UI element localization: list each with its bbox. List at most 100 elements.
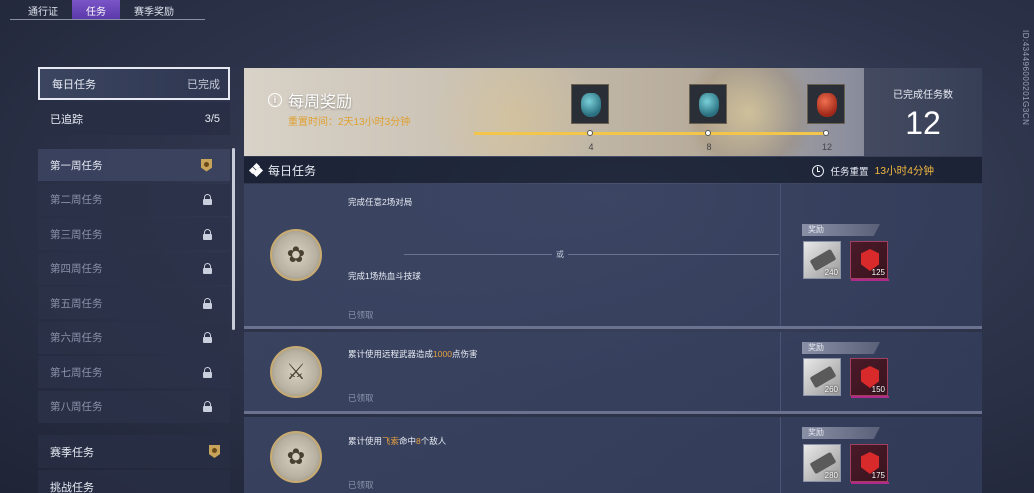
lock-icon xyxy=(203,228,212,240)
reward-qty: 125 xyxy=(871,268,885,277)
milestone-dot xyxy=(823,130,829,136)
milestone-dot xyxy=(587,130,593,136)
sidebar-item-label: 第八周任务 xyxy=(50,401,103,413)
reward-item-icon[interactable]: 150 xyxy=(850,358,889,398)
task-description: 完成任意2场对局 xyxy=(348,197,413,207)
reward-qty: 175 xyxy=(871,471,885,480)
divider xyxy=(404,254,779,255)
sidebar-item-label: 第三周任务 xyxy=(50,228,103,241)
watermark: ID:434496000201G3CN xyxy=(1021,30,1030,126)
lock-icon xyxy=(203,401,212,412)
lock-icon xyxy=(203,297,212,309)
sidebar-item-week-5[interactable]: 第五周任务 xyxy=(38,287,230,319)
flower-icon: ✿ xyxy=(270,229,322,281)
reward-divider xyxy=(780,184,781,326)
reward-qty: 240 xyxy=(824,268,838,277)
tab-tasks[interactable]: 任务 xyxy=(72,0,120,20)
sidebar-item-week-6[interactable]: 第六周任务 xyxy=(38,321,230,354)
reward-chest-icon[interactable] xyxy=(807,84,845,124)
or-label: 或 xyxy=(552,249,568,260)
diamond-cluster-icon xyxy=(248,162,264,178)
tracked-count: 3/5 xyxy=(204,112,220,125)
daily-reset-time: 13小时4分钟 xyxy=(874,165,934,177)
daily-reset: 任务重置 13小时4分钟 xyxy=(812,163,934,178)
daily-tasks-title: 每日任务 xyxy=(268,163,317,178)
sidebar-item-week-7[interactable]: 第七周任务 xyxy=(38,356,230,388)
reward-qty: 280 xyxy=(824,471,838,480)
milestone-8[interactable]: 8 xyxy=(689,84,729,152)
task-description: 完成1场热血斗技球 xyxy=(348,271,421,281)
reward-qty: 260 xyxy=(824,385,838,394)
reward-item-icon[interactable]: 240 xyxy=(803,241,841,279)
sidebar-item-week-1[interactable]: 第一周任务 xyxy=(38,149,230,181)
crossed-swords-icon: ⚔ xyxy=(270,346,322,398)
reward-label: 奖励 xyxy=(802,427,880,439)
task-status: 已领取 xyxy=(348,393,374,403)
weekly-progress-bar xyxy=(474,132,824,135)
sidebar: 每日任务 已完成 已追踪 3/5 第一周任务 第二周任务 第三周任务 第四周任务… xyxy=(38,67,230,425)
sidebar-bottom: 赛季任务 挑战任务 xyxy=(38,435,230,493)
reward-item-icon[interactable]: 125 xyxy=(850,241,889,281)
milestone-dot xyxy=(705,130,711,136)
completed-count-box: 已完成任务数 12 xyxy=(864,68,982,156)
badge-icon xyxy=(201,158,212,172)
reward-chest-icon[interactable] xyxy=(689,84,727,124)
sidebar-scrollbar[interactable] xyxy=(232,148,235,330)
milestone-value: 12 xyxy=(821,142,832,152)
weekly-reward-title: i 每周奖励 xyxy=(268,88,352,112)
badge-icon xyxy=(209,445,220,458)
completed-label: 已完成任务数 xyxy=(893,90,953,101)
weekly-reset-time: 重置时间：2天13小时3分钟 xyxy=(288,113,410,128)
task-status: 已领取 xyxy=(348,310,374,320)
task-status: 已领取 xyxy=(348,480,374,490)
sidebar-item-season[interactable]: 赛季任务 xyxy=(38,435,230,468)
sidebar-item-week-4[interactable]: 第四周任务 xyxy=(38,252,230,285)
milestone-12[interactable]: 12 xyxy=(807,84,847,152)
task-description: 累计使用飞索命中8个敌人 xyxy=(348,436,447,446)
completed-count: 12 xyxy=(905,105,941,141)
sidebar-item-label: 第七周任务 xyxy=(50,366,103,379)
lock-icon xyxy=(203,194,212,205)
reward-item-icon[interactable]: 260 xyxy=(803,358,841,396)
info-icon[interactable]: i xyxy=(268,93,282,107)
sidebar-item-label: 第六周任务 xyxy=(50,332,103,344)
tab-season-rewards[interactable]: 赛季奖励 xyxy=(120,0,188,20)
reward-label: 奖励 xyxy=(802,342,880,354)
reset-label: 重置时间： xyxy=(288,117,338,128)
sidebar-item-label: 赛季任务 xyxy=(50,446,94,459)
sidebar-item-label: 第四周任务 xyxy=(50,263,103,275)
status-text: 已完成 xyxy=(187,78,220,91)
sidebar-item-daily[interactable]: 每日任务 已完成 xyxy=(38,67,230,100)
task-card[interactable]: ✿ 完成任意2场对局 或 完成1场热血斗技球 已领取 奖励 240 125 xyxy=(244,184,982,329)
lock-icon xyxy=(203,263,212,274)
sidebar-item-label: 第二周任务 xyxy=(50,194,103,206)
task-card[interactable]: ✿ 累计使用飞索命中8个敌人 已领取 奖励 280 175 xyxy=(244,417,982,493)
reward-label: 奖励 xyxy=(802,224,880,236)
week-list: 第一周任务 第二周任务 第三周任务 第四周任务 第五周任务 第六周任务 第七周任… xyxy=(38,149,230,423)
task-description: 累计使用远程武器造成1000点伤害 xyxy=(348,349,478,359)
task-card[interactable]: ⚔ 累计使用远程武器造成1000点伤害 已领取 奖励 260 150 xyxy=(244,332,982,414)
sidebar-item-label: 每日任务 xyxy=(52,78,96,91)
reward-chest-icon[interactable] xyxy=(571,84,609,124)
sidebar-item-label: 挑战任务 xyxy=(50,481,94,493)
sidebar-item-challenge[interactable]: 挑战任务 xyxy=(38,470,230,493)
sidebar-item-tracked[interactable]: 已追踪 3/5 xyxy=(38,102,230,135)
milestone-value: 8 xyxy=(706,142,712,152)
sidebar-item-week-3[interactable]: 第三周任务 xyxy=(38,218,230,250)
milestone-4[interactable]: 4 xyxy=(571,84,611,152)
reward-item-icon[interactable]: 175 xyxy=(850,444,889,484)
sidebar-item-week-2[interactable]: 第二周任务 xyxy=(38,183,230,216)
reward-divider xyxy=(780,332,781,411)
lock-icon xyxy=(203,332,212,343)
clock-icon xyxy=(812,164,825,177)
reward-item-icon[interactable]: 280 xyxy=(803,444,841,482)
daily-tasks-header: 每日任务 任务重置 13小时4分钟 xyxy=(244,157,982,183)
sidebar-item-week-8[interactable]: 第八周任务 xyxy=(38,390,230,423)
reset-time: 2天13小时3分钟 xyxy=(338,117,411,128)
flower-icon: ✿ xyxy=(270,431,322,483)
tab-underline xyxy=(10,19,205,20)
milestone-value: 4 xyxy=(588,142,594,152)
tab-pass[interactable]: 通行证 xyxy=(14,0,72,20)
sidebar-item-label: 第五周任务 xyxy=(50,297,103,310)
sidebar-item-label: 第一周任务 xyxy=(50,159,103,172)
